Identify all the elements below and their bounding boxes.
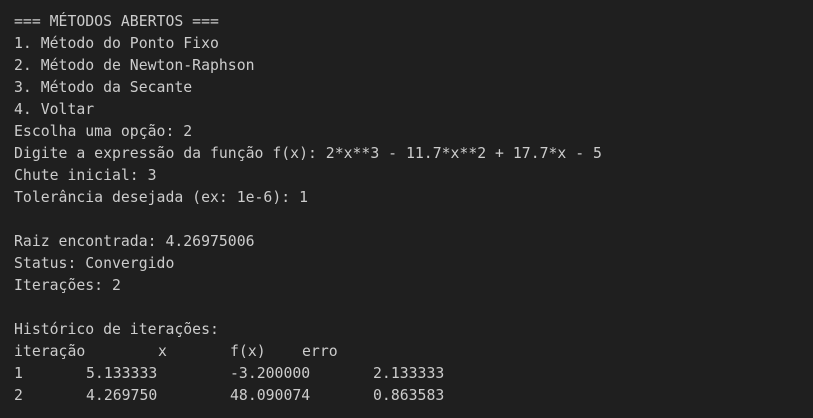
iteration-cell: 1: [14, 365, 23, 382]
fx-cell: 48.090074: [230, 387, 311, 404]
error-cell: 2.133333: [373, 365, 445, 382]
menu-option-back: 4. Voltar: [14, 101, 95, 118]
status-result: Status: Convergido: [14, 255, 175, 272]
header-iteration: iteração: [14, 343, 86, 360]
header-x: x: [158, 343, 167, 360]
header-error: erro: [302, 343, 338, 360]
menu-header: === MÉTODOS ABERTOS ===: [14, 13, 219, 30]
function-prompt: Digite a expressão da função f(x): 2*x**…: [14, 145, 602, 162]
x-cell: 4.269750: [86, 387, 158, 404]
terminal-output[interactable]: === MÉTODOS ABERTOS === 1. Método do Pon…: [0, 0, 813, 418]
menu-option-secant: 3. Método da Secante: [14, 79, 193, 96]
initial-guess-prompt: Chute inicial: 3: [14, 167, 157, 184]
tolerance-prompt: Tolerância desejada (ex: 1e-6): 1: [14, 189, 308, 206]
history-header-row: iteração x f(x) erro: [14, 341, 813, 363]
menu-option-fixed-point: 1. Método do Ponto Fixo: [14, 35, 219, 52]
history-row: 1 5.133333 -3.200000 2.133333: [14, 363, 813, 385]
x-cell: 5.133333: [86, 365, 158, 382]
history-title: Histórico de iterações:: [14, 321, 219, 338]
iteration-cell: 2: [14, 387, 23, 404]
error-cell: 0.863583: [373, 387, 445, 404]
history-row: 2 4.269750 48.090074 0.863583: [14, 385, 813, 407]
root-result: Raiz encontrada: 4.26975006: [14, 233, 255, 250]
iterations-result: Iterações: 2: [14, 277, 121, 294]
choice-prompt: Escolha uma opção: 2: [14, 123, 193, 140]
header-fx: f(x): [230, 343, 266, 360]
menu-option-newton-raphson: 2. Método de Newton-Raphson: [14, 57, 255, 74]
fx-cell: -3.200000: [230, 365, 311, 382]
